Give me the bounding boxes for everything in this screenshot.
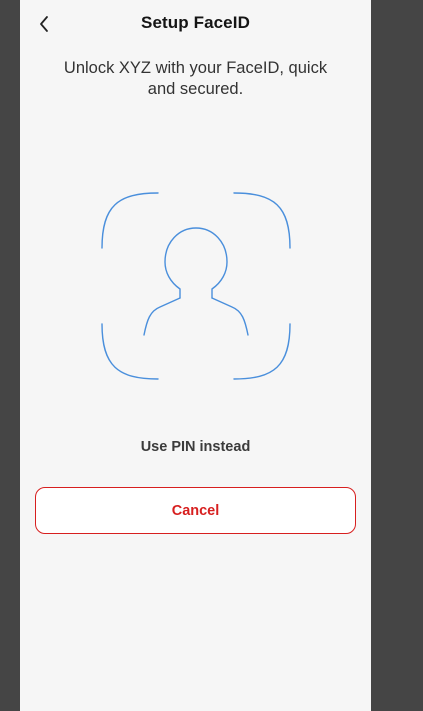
faceid-setup-screen: Setup FaceID Unlock XYZ with your FaceID…: [20, 0, 371, 711]
header: Setup FaceID: [20, 0, 371, 48]
use-pin-button[interactable]: Use PIN instead: [20, 439, 371, 455]
subtitle-text: Unlock XYZ with your FaceID, quick and s…: [63, 59, 328, 98]
cancel-label: Cancel: [171, 502, 220, 519]
faceid-scan-icon: [101, 192, 291, 380]
page-title: Setup FaceID: [141, 13, 250, 32]
cancel-button[interactable]: Cancel: [35, 487, 356, 534]
